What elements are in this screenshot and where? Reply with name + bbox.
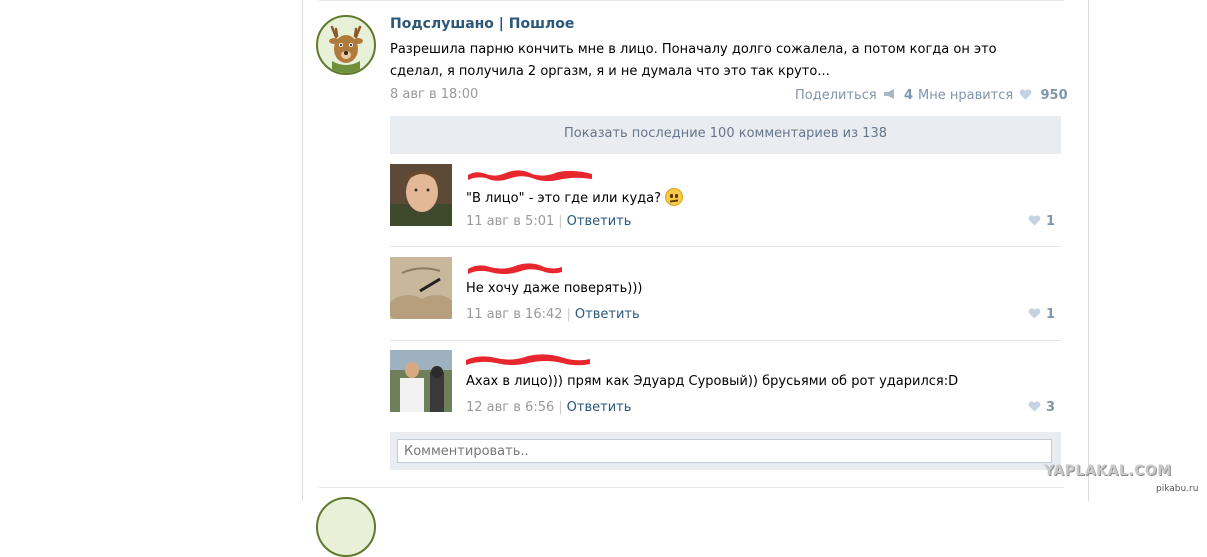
comment-like-button[interactable]: 1 bbox=[1026, 214, 1055, 229]
comment-meta: 12 авг в 6:56 | Ответить bbox=[466, 400, 631, 415]
meta-separator: | bbox=[558, 400, 563, 415]
watermark-yaplakal: YAPLAKAL.COM bbox=[1044, 463, 1172, 479]
comment-date[interactable]: 11 авг в 5:01 bbox=[466, 214, 554, 229]
comment-like-count: 1 bbox=[1045, 214, 1055, 229]
meta-separator: | bbox=[558, 214, 563, 229]
comment-item: Ахах в лицо))) прям как Эдуард Суровый))… bbox=[390, 350, 1061, 430]
comment-meta: 11 авг в 16:42 | Ответить bbox=[466, 307, 640, 322]
heart-icon bbox=[1029, 215, 1041, 226]
comment-meta: 11 авг в 5:01 | Ответить bbox=[466, 214, 631, 229]
show-more-comments-button[interactable]: Показать последние 100 комментариев из 1… bbox=[390, 116, 1061, 154]
heart-icon bbox=[1020, 89, 1032, 100]
post-text: Разрешила парню кончить мне в лицо. Пона… bbox=[390, 42, 997, 79]
redacted-username[interactable] bbox=[466, 257, 566, 277]
commenter-avatar[interactable] bbox=[390, 257, 452, 319]
group-name-link[interactable]: Подслушано | Пошлое bbox=[390, 16, 574, 32]
reply-link[interactable]: Ответить bbox=[567, 400, 632, 415]
comment-item: Не хочу даже поверять))) 11 авг в 16:42 |… bbox=[390, 257, 1061, 341]
like-button[interactable]: Мне нравится 950 bbox=[918, 88, 1068, 103]
like-label: Мне нравится bbox=[918, 88, 1014, 103]
deer-logo-icon bbox=[319, 18, 373, 73]
commenter-avatar[interactable] bbox=[390, 350, 452, 412]
comment-like-button[interactable]: 3 bbox=[1026, 400, 1055, 415]
comment-text: Ахах в лицо))) прям как Эдуард Суровый))… bbox=[466, 374, 959, 389]
like-count: 950 bbox=[1040, 88, 1068, 103]
confused-face-emoji bbox=[665, 188, 684, 206]
comment-date[interactable]: 11 авг в 16:42 bbox=[466, 307, 563, 322]
heart-icon bbox=[1029, 308, 1041, 319]
post-date[interactable]: 8 авг в 18:00 bbox=[390, 87, 478, 102]
next-post-avatar[interactable] bbox=[316, 497, 376, 557]
comment-like-count: 1 bbox=[1045, 307, 1055, 322]
commenter-avatar[interactable] bbox=[390, 164, 452, 226]
redacted-username[interactable] bbox=[466, 164, 596, 184]
heart-icon bbox=[1029, 401, 1041, 412]
comment-divider bbox=[390, 340, 1061, 341]
watermark-pikabu: pikabu.ru bbox=[1156, 484, 1199, 494]
top-divider bbox=[319, 0, 1064, 1]
comment-date[interactable]: 12 авг в 6:56 bbox=[466, 400, 554, 415]
redacted-username[interactable] bbox=[466, 350, 596, 370]
comment-like-button[interactable]: 1 bbox=[1026, 307, 1055, 322]
megaphone-icon bbox=[883, 89, 894, 99]
share-count: 4 bbox=[903, 88, 914, 103]
avatar-photo bbox=[390, 257, 452, 319]
share-label: Поделиться bbox=[795, 88, 877, 103]
comment-divider bbox=[390, 246, 1061, 247]
reply-link[interactable]: Ответить bbox=[567, 214, 632, 229]
comment-item: "В лицо" - это где или куда? 11 авг в 5:… bbox=[390, 164, 1061, 248]
comment-text: Не хочу даже поверять))) bbox=[466, 281, 643, 296]
share-button[interactable]: Поделиться 4 bbox=[795, 88, 913, 103]
comment-input[interactable] bbox=[397, 439, 1052, 463]
reply-link[interactable]: Ответить bbox=[575, 307, 640, 322]
group-avatar[interactable] bbox=[316, 15, 376, 75]
meta-separator: | bbox=[566, 307, 571, 322]
avatar-photo bbox=[390, 164, 452, 226]
comment-text: "В лицо" - это где или куда? bbox=[466, 188, 684, 206]
comment-like-count: 3 bbox=[1045, 400, 1055, 415]
avatar-photo bbox=[390, 350, 452, 412]
comment-composer bbox=[390, 432, 1061, 470]
post-divider bbox=[319, 487, 1064, 488]
